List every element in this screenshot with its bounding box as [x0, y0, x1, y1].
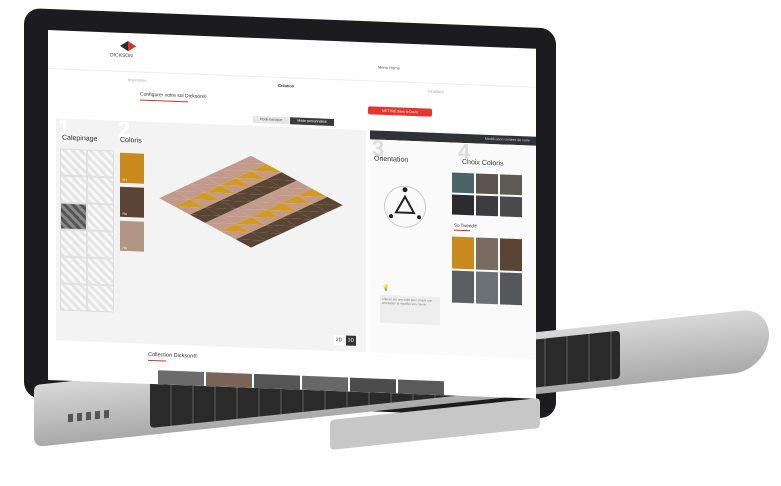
color-swatch[interactable]: [452, 172, 474, 194]
coloris-swatch[interactable]: 759: [120, 220, 144, 252]
color-swatch[interactable]: [500, 272, 522, 306]
color-swatch[interactable]: [500, 174, 522, 196]
collection-title: Collection Dickson®: [148, 351, 198, 360]
color-swatch[interactable]: [500, 238, 522, 272]
triangle-orientation-icon: [389, 187, 421, 220]
collection-item[interactable]: [350, 377, 396, 394]
choix-coloris-title: Choix Coloris: [462, 158, 504, 168]
pattern-tile[interactable]: [60, 283, 87, 312]
step-finalisez[interactable]: Finalisez: [428, 89, 444, 95]
collection-item[interactable]: [302, 375, 348, 392]
tile-grid: [159, 155, 343, 248]
coloris-swatch[interactable]: 758: [120, 186, 144, 218]
tab-mode-personnalise[interactable]: Mode personnalisé: [290, 117, 334, 126]
pattern-tile[interactable]: [87, 203, 114, 232]
so-tweed-underline: [454, 229, 470, 232]
color-swatch[interactable]: [476, 237, 498, 271]
color-swatch-selected[interactable]: [452, 236, 474, 270]
pattern-tile[interactable]: [60, 229, 87, 258]
pattern-tile[interactable]: [87, 257, 114, 286]
title-underline: [140, 99, 188, 103]
collection-item[interactable]: [254, 373, 300, 390]
pattern-tile[interactable]: [60, 175, 87, 204]
collection-underline: [148, 359, 166, 362]
color-swatch[interactable]: [452, 194, 474, 216]
orientation-tip: Cliquez sur une dalle pour choisir son o…: [380, 294, 440, 326]
calepinage-title: Calepinage: [62, 134, 98, 143]
collection-item[interactable]: [206, 372, 252, 388]
step-inspiration[interactable]: Inspiration: [128, 77, 146, 83]
floor-3d-preview[interactable]: [156, 132, 346, 329]
configurator-title: Configurer votre sol Dickson®: [140, 91, 207, 101]
configurator-left-panel: 1 Calepinage 2 Coloris 757 758 759 2D 3D: [56, 114, 366, 353]
collection-item[interactable]: [398, 379, 444, 396]
orientation-title: Orientation: [374, 155, 409, 164]
pattern-tile-selected[interactable]: [60, 202, 87, 231]
swatch-label: 758: [122, 211, 128, 217]
swatch-label: 759: [122, 245, 128, 251]
configurator-right-panel: 3 Orientation 4 Choix Coloris 💡 Cliquez …: [370, 135, 536, 359]
so-tweed-label: So Tweed®: [454, 222, 478, 229]
color-swatch[interactable]: [476, 195, 498, 217]
step-creation[interactable]: Création: [278, 83, 294, 89]
pattern-tile[interactable]: [87, 176, 114, 205]
lightbulb-icon: 💡: [382, 285, 390, 293]
pattern-tile[interactable]: [87, 149, 114, 178]
coloris-swatch[interactable]: 757: [120, 152, 144, 184]
pattern-tile[interactable]: [87, 230, 114, 259]
pattern-tile[interactable]: [60, 148, 87, 177]
right-bar-text: Modification Unitées de votre: [484, 136, 530, 143]
swatch-label: 757: [122, 177, 128, 183]
color-swatch[interactable]: [500, 196, 522, 218]
collection-item[interactable]: [158, 370, 204, 386]
orientation-control[interactable]: [384, 184, 426, 229]
dickson-logo-icon[interactable]: [116, 39, 140, 54]
view-2d-button[interactable]: 2D: [334, 334, 344, 346]
laptop-screen: DICKSON Menu Home Inspiration Création F…: [48, 30, 536, 399]
pattern-tile[interactable]: [60, 256, 87, 285]
color-swatch[interactable]: [452, 270, 474, 304]
coloris-title: Coloris: [120, 136, 142, 145]
color-swatch[interactable]: [476, 271, 498, 305]
logo-text: DICKSON: [110, 52, 133, 60]
tab-mode-baroque[interactable]: Mode baroque: [253, 115, 289, 125]
menu-label[interactable]: Menu Home: [378, 65, 400, 71]
pattern-tile[interactable]: [87, 284, 114, 313]
color-swatch[interactable]: [476, 173, 498, 195]
view-3d-button[interactable]: 3D: [346, 335, 356, 346]
add-to-quote-button[interactable]: METTRE dans le Devis: [368, 106, 432, 117]
